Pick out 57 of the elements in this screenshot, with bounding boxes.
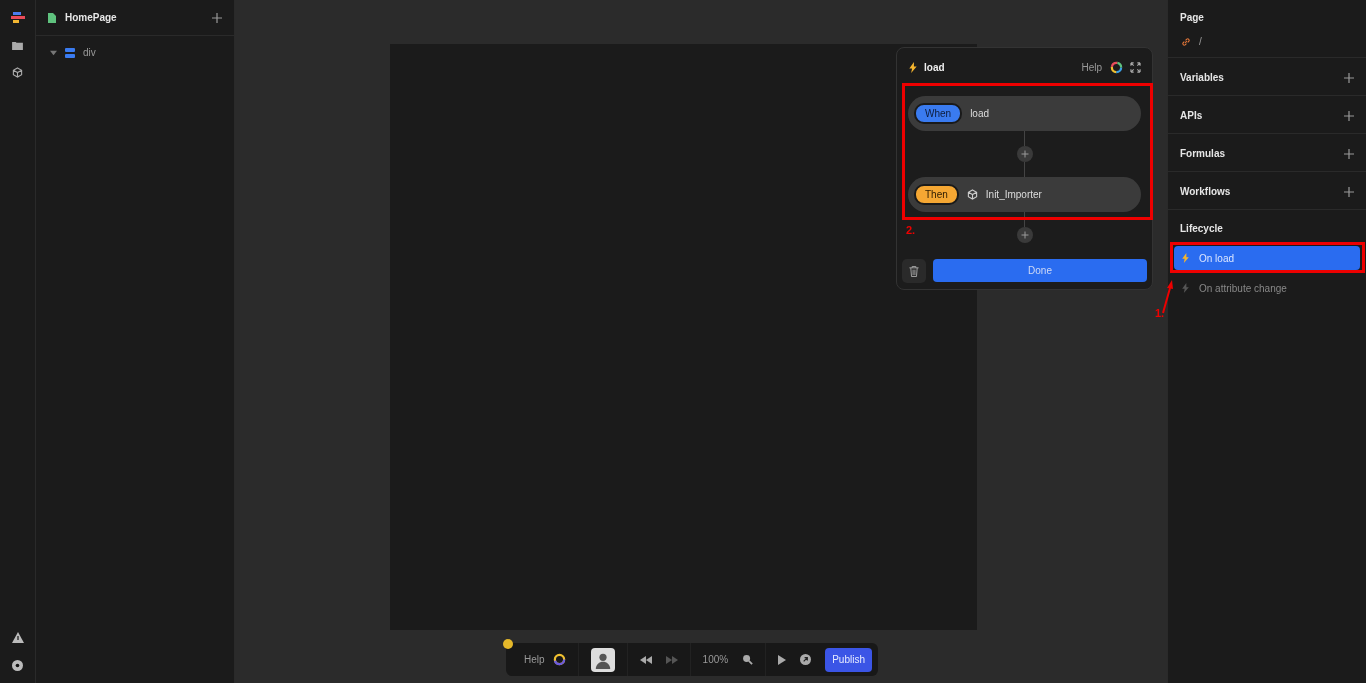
workflow-step[interactable]: When load bbox=[908, 96, 1141, 131]
lifecycle-item[interactable]: On attribute change bbox=[1174, 276, 1360, 300]
play-icon[interactable] bbox=[778, 654, 787, 665]
arrow-circle-icon[interactable] bbox=[800, 654, 812, 665]
done-button[interactable]: Done bbox=[933, 259, 1147, 282]
page-path[interactable]: / bbox=[1199, 36, 1202, 47]
workflow-step[interactable]: Then Init_Importer bbox=[908, 177, 1141, 212]
cube-icon[interactable] bbox=[12, 67, 23, 78]
section-heading: Lifecycle bbox=[1179, 223, 1224, 234]
search-icon[interactable] bbox=[742, 654, 754, 665]
annotation-label: 2. bbox=[906, 224, 916, 236]
logo-icon[interactable] bbox=[10, 12, 25, 24]
section-heading[interactable]: Formulas bbox=[1180, 148, 1225, 159]
page-icon bbox=[48, 12, 56, 23]
lightning-icon bbox=[1182, 283, 1189, 293]
delete-button[interactable] bbox=[902, 259, 926, 283]
fast-forward-icon[interactable] bbox=[665, 655, 678, 664]
avatar[interactable] bbox=[590, 647, 615, 672]
ring-icon bbox=[552, 653, 566, 666]
add-step-icon[interactable] bbox=[1016, 227, 1033, 243]
lightning-icon bbox=[909, 61, 917, 73]
step-badge: Then bbox=[914, 184, 959, 205]
add-icon[interactable] bbox=[1344, 72, 1354, 83]
status-dot bbox=[503, 639, 513, 649]
lightning-icon bbox=[1182, 253, 1189, 263]
step-label: load bbox=[970, 108, 990, 119]
warning-icon[interactable] bbox=[11, 632, 24, 643]
help-circle-icon[interactable] bbox=[12, 660, 23, 671]
trash-icon bbox=[909, 265, 919, 277]
rewind-icon[interactable] bbox=[639, 655, 652, 664]
help-link[interactable]: Help bbox=[524, 654, 545, 665]
add-icon[interactable] bbox=[1344, 186, 1354, 197]
cube-icon bbox=[966, 189, 978, 200]
add-step-icon[interactable] bbox=[1016, 146, 1033, 162]
zoom-level[interactable]: 100% bbox=[702, 654, 729, 665]
expand-icon[interactable] bbox=[1130, 61, 1141, 73]
annotation-label: 1. bbox=[1155, 307, 1165, 319]
add-icon[interactable] bbox=[1344, 110, 1354, 121]
block-icon bbox=[65, 47, 75, 58]
step-label: Init_Importer bbox=[985, 189, 1042, 200]
caret-icon[interactable] bbox=[50, 49, 57, 56]
popup-title: load bbox=[924, 61, 945, 73]
tree-item[interactable]: div bbox=[83, 47, 96, 58]
ring-icon bbox=[1110, 60, 1123, 74]
section-heading[interactable]: APIs bbox=[1180, 110, 1203, 121]
page-name[interactable]: HomePage bbox=[65, 12, 203, 23]
help-link[interactable]: Help bbox=[1081, 61, 1102, 73]
folder-icon[interactable] bbox=[12, 41, 23, 50]
step-badge: When bbox=[914, 103, 963, 124]
add-icon[interactable] bbox=[1344, 148, 1354, 159]
publish-button[interactable]: Publish bbox=[825, 647, 872, 672]
add-icon[interactable] bbox=[212, 12, 222, 23]
section-heading[interactable]: Variables bbox=[1180, 72, 1224, 83]
section-heading: Page bbox=[1180, 12, 1205, 23]
lifecycle-item[interactable]: On load bbox=[1174, 246, 1360, 270]
section-heading[interactable]: Workflows bbox=[1180, 186, 1231, 197]
link-icon bbox=[1181, 36, 1191, 47]
